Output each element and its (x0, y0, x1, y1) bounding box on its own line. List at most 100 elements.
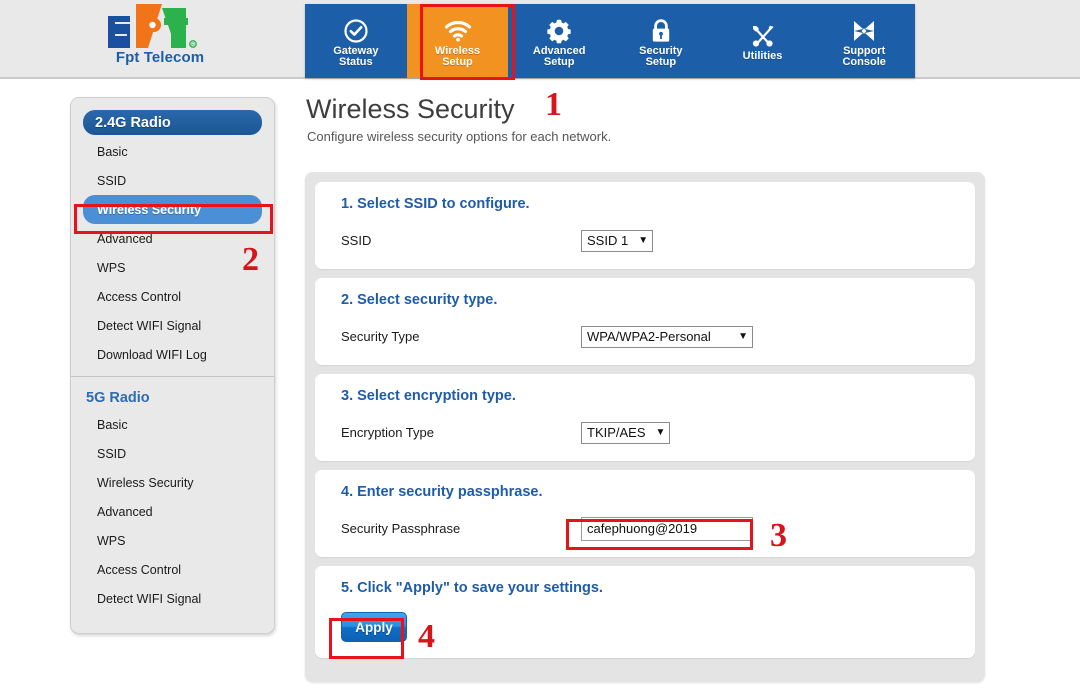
nav-label-line1: Gateway (333, 44, 379, 57)
sidebar-item-detect-wifi-signal-5g[interactable]: Detect WIFI Signal (83, 584, 262, 613)
brand-name: Fpt Telecom (115, 49, 205, 66)
card-passphrase: 4. Enter security passphrase. Security P… (315, 470, 975, 557)
router-admin-page: R Fpt Telecom Gateway Status Wireless Se… (0, 0, 1080, 696)
nav-item-utilities[interactable]: Utilities (712, 4, 814, 78)
sidebar-item-detect-wifi-signal-24g[interactable]: Detect WIFI Signal (83, 311, 262, 340)
main-navigation: Gateway Status Wireless Setup Advanced S… (305, 4, 915, 78)
card-encryption-type: 3. Select encryption type. Encryption Ty… (315, 374, 975, 461)
sidebar-item-access-control-5g[interactable]: Access Control (83, 555, 262, 584)
page-title: Wireless Security (306, 94, 515, 124)
card-title-security-type: 2. Select security type. (341, 292, 498, 308)
nav-item-wireless-setup[interactable]: Wireless Setup (406, 4, 509, 78)
card-title-apply: 5. Click "Apply" to save your settings. (341, 580, 603, 596)
sidebar-item-ssid-24g[interactable]: SSID (83, 166, 262, 195)
sidebar-item-basic-24g[interactable]: Basic (83, 137, 262, 166)
nav-label-line1: Support (843, 44, 886, 57)
nav-item-advanced-setup[interactable]: Advanced Setup (508, 4, 610, 78)
sidebar-item-wps-5g[interactable]: WPS (83, 526, 262, 555)
sidebar-item-basic-5g[interactable]: Basic (83, 410, 262, 439)
nav-item-support-console[interactable]: Support Console (813, 4, 915, 78)
brand-logo: R Fpt Telecom (85, 2, 235, 76)
check-circle-icon (343, 18, 369, 44)
card-title-encryption-type: 3. Select encryption type. (341, 388, 516, 404)
sidebar-item-label: Basic (97, 144, 128, 159)
sidebar-group-title-24g: 2.4G Radio (83, 110, 262, 135)
nav-item-security-setup[interactable]: Security Setup (610, 4, 712, 78)
sidebar-item-label: SSID (97, 446, 127, 461)
card-security-type: 2. Select security type. Security Type W… (315, 278, 975, 365)
sidebar-item-label: Advanced (97, 504, 153, 519)
ssid-select-value: SSID 1 (587, 233, 629, 248)
nav-label-line2: Console (842, 56, 886, 68)
card-apply: 5. Click "Apply" to save your settings. … (315, 566, 975, 658)
annotation-number-3: 3 (770, 517, 787, 554)
security-type-select-value: WPA/WPA2-Personal (587, 329, 711, 344)
encryption-type-select-value: TKIP/AES (587, 425, 646, 440)
nav-label-security-setup: Security Setup (639, 44, 683, 69)
wifi-icon (444, 18, 472, 44)
sidebar-item-download-wifi-log-24g[interactable]: Download WIFI Log (83, 340, 262, 369)
sidebar-item-label: SSID (97, 173, 127, 188)
sidebar: 2.4G Radio Basic SSID Wireless Security … (70, 97, 275, 634)
security-type-select[interactable]: WPA/WPA2-Personal ▼ (581, 325, 753, 348)
sidebar-item-label: Wireless Security (97, 202, 202, 217)
lock-icon (649, 18, 673, 44)
sidebar-item-wps-24g[interactable]: WPS (83, 253, 262, 282)
sidebar-item-label: Download WIFI Log (97, 347, 207, 362)
sidebar-item-label: Basic (97, 417, 128, 432)
svg-text:R: R (191, 43, 195, 49)
card-title-passphrase: 4. Enter security passphrase. (341, 484, 543, 500)
nav-label-line1: Utilities (742, 50, 783, 63)
field-row-security-type: Security Type WPA/WPA2-Personal ▼ (341, 324, 949, 349)
label-encryption-type: Encryption Type (341, 425, 434, 440)
support-star-icon (851, 18, 877, 44)
sidebar-item-ssid-5g[interactable]: SSID (83, 439, 262, 468)
sidebar-group-title-5g: 5G Radio (86, 389, 150, 406)
nav-label-wireless-setup: Wireless Setup (434, 44, 481, 69)
nav-label-line2: Setup (645, 56, 677, 68)
label-passphrase: Security Passphrase (341, 521, 461, 536)
label-ssid: SSID (341, 233, 372, 248)
field-row-passphrase: Security Passphrase (341, 516, 949, 541)
nav-label-advanced-setup: Advanced Setup (532, 44, 586, 69)
ssid-select[interactable]: SSID 1 ▼ (581, 229, 654, 252)
nav-label-line1: Advanced (532, 44, 586, 57)
chevron-down-icon: ▼ (655, 426, 666, 438)
settings-panel: 1. Select SSID to configure. SSID SSID 1… (305, 172, 985, 682)
nav-label-gateway-status: Gateway Status (333, 44, 379, 69)
sidebar-item-access-control-24g[interactable]: Access Control (83, 282, 262, 311)
nav-label-utilities: Utilities (743, 51, 783, 63)
sidebar-item-label: Access Control (97, 562, 182, 577)
sidebar-item-wireless-security-5g[interactable]: Wireless Security (83, 468, 262, 497)
sidebar-item-advanced-24g[interactable]: Advanced (83, 224, 262, 253)
content-header: Wireless Security Configure wireless sec… (305, 92, 1005, 144)
sidebar-item-label: Access Control (97, 289, 182, 304)
field-row-encryption-type: Encryption Type TKIP/AES ▼ (341, 420, 949, 445)
header-band: R Fpt Telecom Gateway Status Wireless Se… (0, 0, 1080, 80)
sidebar-item-label: Wireless Security (97, 475, 194, 490)
nav-label-line2: Setup (442, 56, 473, 68)
chevron-down-icon: ▼ (738, 330, 748, 342)
apply-button[interactable]: Apply (341, 612, 407, 642)
sidebar-item-label: Detect WIFI Signal (97, 318, 202, 333)
nav-label-line1: Wireless (434, 44, 481, 57)
label-security-type: Security Type (341, 329, 420, 344)
encryption-type-select[interactable]: TKIP/AES ▼ (581, 421, 671, 444)
sidebar-item-label: WPS (97, 533, 126, 548)
page-description: Configure wireless security options for … (307, 129, 612, 144)
annotation-number-2: 2 (242, 241, 259, 278)
nav-label-line2: Setup (543, 56, 575, 68)
sidebar-item-label: WPS (97, 260, 126, 275)
nav-label-line1: Security (639, 44, 683, 57)
gear-icon (546, 18, 572, 44)
card-select-ssid: 1. Select SSID to configure. SSID SSID 1… (315, 182, 975, 269)
field-row-ssid: SSID SSID 1 ▼ (341, 228, 949, 253)
sidebar-item-label: Detect WIFI Signal (97, 591, 202, 606)
nav-item-gateway-status[interactable]: Gateway Status (305, 4, 407, 78)
sidebar-item-advanced-5g[interactable]: Advanced (83, 497, 262, 526)
sidebar-item-label: Advanced (97, 231, 153, 246)
nav-label-line2: Status (339, 56, 373, 68)
passphrase-input[interactable] (581, 516, 753, 541)
card-title-ssid: 1. Select SSID to configure. (341, 196, 530, 212)
sidebar-item-wireless-security-24g[interactable]: Wireless Security (83, 195, 262, 224)
